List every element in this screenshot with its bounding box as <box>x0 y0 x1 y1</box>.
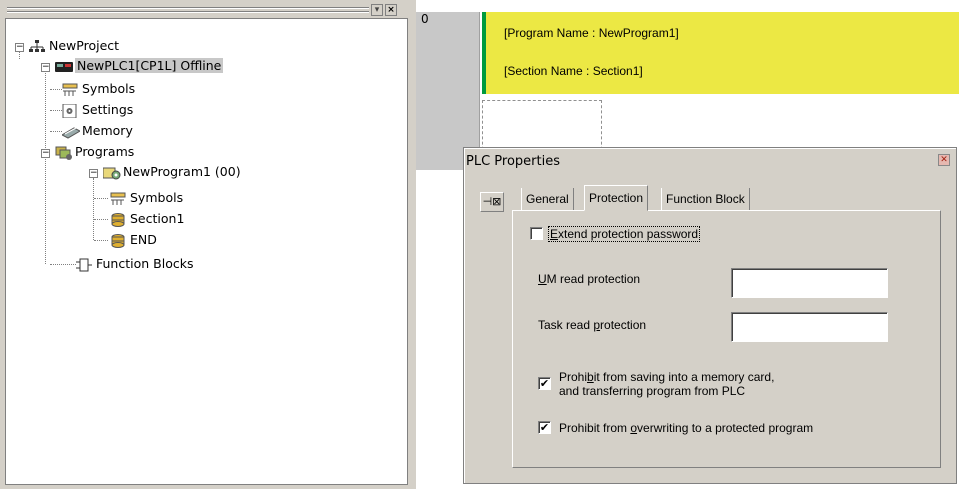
collapse-programs-icon[interactable]: − <box>41 149 50 158</box>
close-icon[interactable]: ✕ <box>938 154 950 166</box>
symbols-icon <box>62 83 78 97</box>
symbols-icon <box>110 192 126 206</box>
pin-icon[interactable]: ⊣⊠ <box>480 192 504 212</box>
tab-general[interactable]: General <box>521 188 574 210</box>
section-icon <box>110 212 126 227</box>
plc-icon <box>55 60 73 74</box>
rung-number: 0 <box>421 12 429 26</box>
tree-item-symbols[interactable]: Symbols <box>62 80 135 98</box>
tree-label: NewPLC1[CP1L] Offline <box>75 58 224 73</box>
memory-icon <box>60 125 82 139</box>
section-icon <box>110 233 126 248</box>
function-block-icon <box>76 258 92 272</box>
programs-icon <box>55 146 72 160</box>
um-read-protection-input[interactable] <box>731 268 888 298</box>
tree-label: Memory <box>82 123 133 138</box>
collapse-project-icon[interactable]: − <box>15 43 24 52</box>
prohibit-saving-checkbox[interactable]: ✔ <box>538 377 551 390</box>
tree-item-plc[interactable]: NewPLC1[CP1L] Offline <box>55 57 224 75</box>
program-icon <box>102 166 121 180</box>
tab-protection[interactable]: Protection <box>584 185 649 211</box>
settings-icon <box>62 103 78 118</box>
tree-label: Programs <box>75 144 135 159</box>
task-read-protection-label: Task read protection <box>538 318 647 332</box>
tree-connector <box>45 67 46 264</box>
ladder-top-strip <box>416 0 959 12</box>
tree-item-section[interactable]: Section1 <box>110 210 184 228</box>
tree-connector <box>94 240 108 241</box>
tree-label: Settings <box>82 102 134 117</box>
collapse-plc-icon[interactable]: − <box>41 63 50 72</box>
prohibit-overwrite-label[interactable]: Prohibit from overwriting to a protected… <box>559 421 813 435</box>
prohibit-overwrite-checkbox[interactable]: ✔ <box>538 421 551 434</box>
task-read-protection-input[interactable] <box>731 312 888 342</box>
pane-dropdown-icon[interactable]: ▾ <box>371 4 383 16</box>
tree-connector <box>50 89 62 90</box>
dialog-title: PLC Properties <box>466 154 560 169</box>
um-read-protection-label: UM read protection <box>538 272 641 286</box>
project-pane-header: ▾ × <box>5 4 408 17</box>
tree-label: Section1 <box>130 211 185 226</box>
tree-item-programs[interactable]: Programs <box>55 143 134 161</box>
tree-connector <box>94 198 108 199</box>
tree-item-settings[interactable]: Settings <box>62 101 133 119</box>
network-icon <box>29 39 45 54</box>
tree-item-memory[interactable]: Memory <box>60 122 133 140</box>
tree-item-program-symbols[interactable]: Symbols <box>110 189 183 207</box>
prohibit-saving-label[interactable]: Prohibit from saving into a memory card,… <box>559 370 774 398</box>
tree-label: Symbols <box>130 190 184 205</box>
tree-label: Symbols <box>82 81 136 96</box>
tree-item-project[interactable]: NewProject <box>29 37 119 55</box>
tree-label: NewProject <box>49 38 120 53</box>
plc-properties-dialog: PLC Properties ✕ ⊣⊠ General Protection F… <box>463 147 957 484</box>
tree-connector <box>93 178 94 240</box>
tab-function-block[interactable]: Function Block <box>661 188 750 210</box>
tree-item-function-blocks[interactable]: Function Blocks <box>76 255 193 273</box>
tree-label: Function Blocks <box>96 256 194 271</box>
program-comment-block[interactable]: [Program Name : NewProgram1] [Section Na… <box>486 12 959 94</box>
collapse-program-icon[interactable]: − <box>89 169 98 178</box>
tree-label: NewProgram1 (00) <box>123 164 241 179</box>
tree-label: END <box>130 232 157 247</box>
project-tree[interactable]: − NewProject − NewPLC1[CP1L] Offline Sym… <box>5 18 408 485</box>
tree-item-program[interactable]: NewProgram1 (00) <box>102 163 241 181</box>
tree-connector <box>50 264 76 265</box>
extend-password-label[interactable]: Extend protection password <box>547 226 701 242</box>
section-name-comment: [Section Name : Section1] <box>504 64 643 78</box>
pane-close-icon[interactable]: × <box>385 4 397 16</box>
grip-line <box>7 12 369 13</box>
extend-password-checkbox[interactable] <box>530 227 543 240</box>
tree-connector <box>50 110 62 111</box>
tree-connector <box>50 131 62 132</box>
grip-line <box>7 8 369 9</box>
program-name-comment: [Program Name : NewProgram1] <box>504 26 679 40</box>
tree-item-end[interactable]: END <box>110 231 157 249</box>
tree-connector <box>94 219 108 220</box>
